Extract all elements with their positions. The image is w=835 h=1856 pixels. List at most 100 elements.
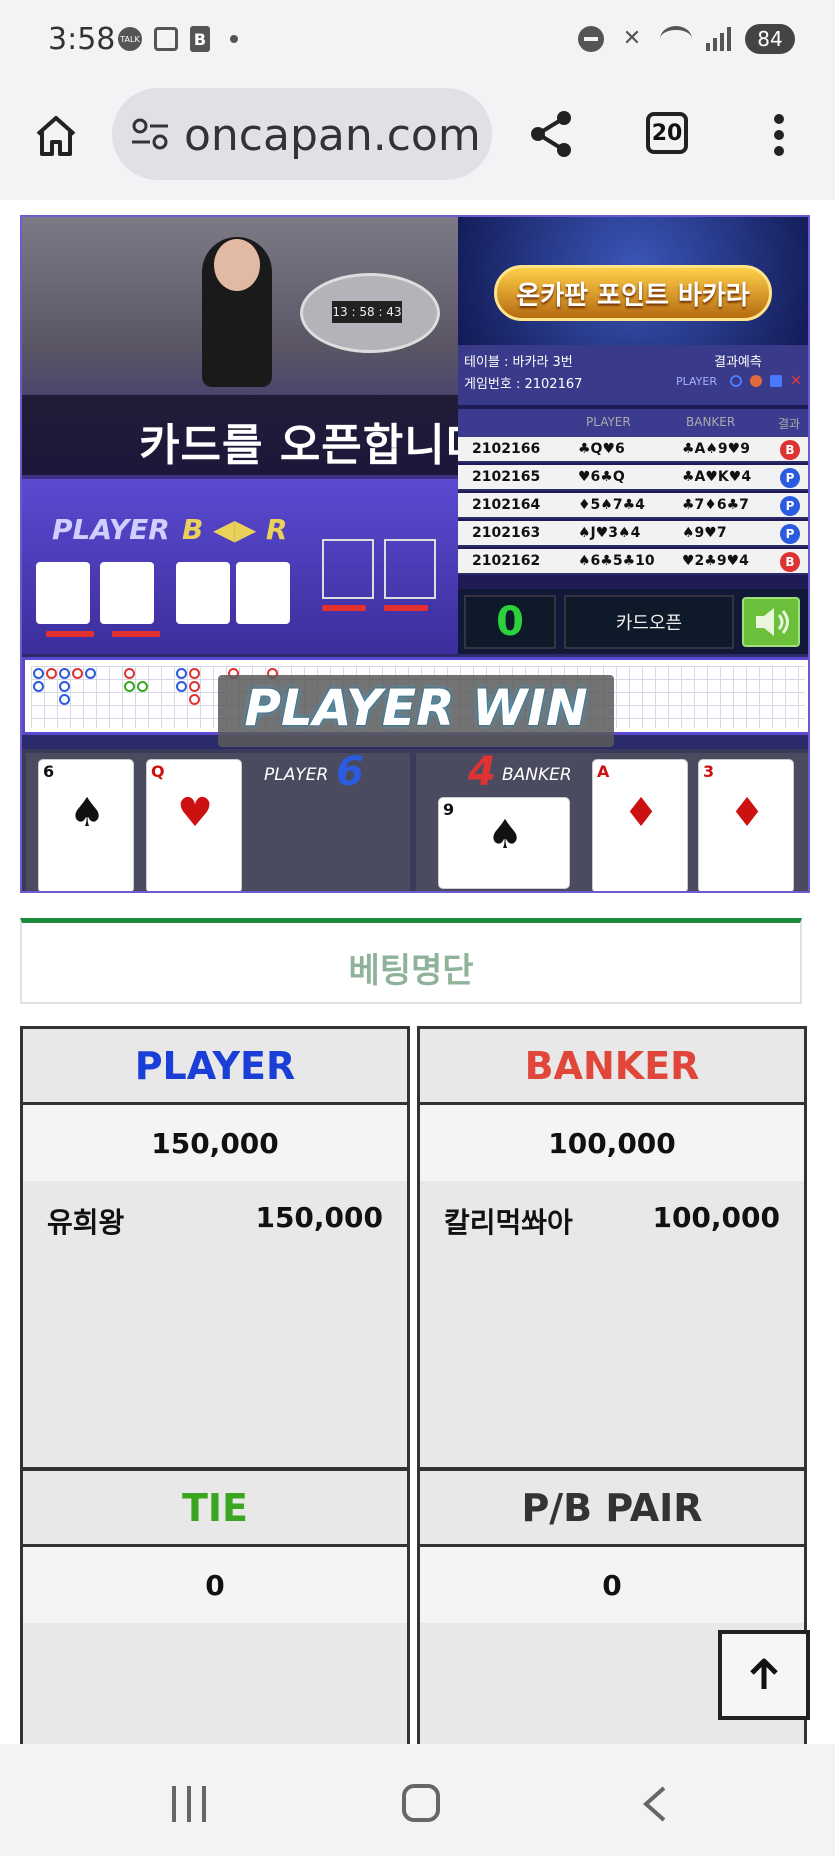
control-row: 0 카드오픈 (458, 589, 808, 654)
player-card-1: 6 ♠ (38, 759, 134, 891)
address-bar[interactable]: oncapan.com (112, 88, 492, 180)
card-open-button[interactable]: 카드오픈 (564, 595, 734, 649)
dnd-icon (578, 26, 604, 52)
table-marker (384, 605, 428, 611)
back-icon[interactable] (640, 1786, 670, 1822)
panel-total: 100,000 (420, 1105, 804, 1181)
baccarat-game-frame: 13 : 58 : 43 카드를 오픈합니다. PLAYER B ◀▶ R 온카… (20, 215, 810, 893)
prediction-label: 결과예측 (714, 355, 762, 370)
panel-title: BANKER (420, 1029, 804, 1105)
table-banker-label: B ◀▶ R (182, 513, 288, 546)
road-dot (176, 668, 187, 679)
road-dot (85, 668, 96, 679)
more-menu-icon[interactable] (774, 114, 784, 156)
betting-list-header: 베팅명단 (20, 918, 802, 1004)
panel-total: 0 (420, 1547, 804, 1623)
result-banker-label: BANKER (502, 765, 572, 785)
screenshot-icon (154, 27, 178, 51)
table-card (236, 562, 290, 624)
empty-card-slot (384, 539, 436, 599)
history-row: 2102164 ♦5♠7♣4 ♣7♦6♣7 P (458, 493, 808, 519)
table-info: 테이블 : 바카라 3번 (464, 355, 573, 370)
history-row: 2102162 ♠6♣5♣10 ♥2♣9♥4 B (458, 549, 808, 575)
dealer-head (214, 239, 260, 291)
status-right-icons: ✕ 84 (578, 24, 795, 54)
panel-title: P/B PAIR (420, 1471, 804, 1547)
bettor-name: 칼리먹쏴아 (444, 1206, 573, 1239)
result-banker-score: 4 (468, 749, 496, 795)
bettor-row: 유희왕 150,000 (23, 1181, 407, 1257)
result-player-score: 6 (336, 749, 364, 795)
table-card (176, 562, 230, 624)
bettor-amount: 100,000 (652, 1201, 780, 1234)
scroll-to-top-button[interactable] (718, 1630, 810, 1720)
road-dot (124, 668, 135, 679)
tab-switcher-button[interactable]: 20 (646, 112, 688, 154)
player-card-2: Q ♥ (146, 759, 242, 891)
system-nav-bar (0, 1744, 835, 1856)
status-left-icons: TALK B (118, 26, 238, 52)
site-settings-icon[interactable] (130, 116, 170, 152)
empty-card-slot (322, 539, 374, 599)
speaker-icon (756, 608, 789, 636)
close-icon[interactable]: ✕ (790, 374, 802, 388)
road-dot (59, 681, 70, 692)
table-card (100, 562, 154, 624)
status-bar: 3:58 TALK B ✕ 84 (0, 0, 835, 88)
table-marker (46, 631, 94, 637)
result-player-label: PLAYER (264, 765, 329, 785)
talk-icon: TALK (118, 27, 142, 51)
game-number: 게임번호 : 2102167 (464, 377, 583, 392)
table-timer: 13 : 58 : 43 (332, 301, 402, 323)
sound-button[interactable] (742, 597, 800, 647)
recent-apps-icon[interactable] (172, 1786, 206, 1822)
logo-area: 온카판 포인트 바카라 (458, 217, 808, 345)
status-time: 3:58 (48, 22, 116, 57)
road-dot (176, 681, 187, 692)
url-text[interactable]: oncapan.com (184, 110, 484, 161)
banker-bet-panel: BANKER 100,000 칼리먹쏴아 100,000 (417, 1026, 807, 1470)
pencil-icon[interactable] (770, 375, 782, 387)
prediction-player-option[interactable] (730, 375, 742, 387)
game-logo: 온카판 포인트 바카라 (494, 265, 772, 321)
battery-indicator: 84 (745, 24, 795, 54)
panel-total: 150,000 (23, 1105, 407, 1181)
table-card (36, 562, 90, 624)
prediction-banker-option[interactable] (750, 375, 762, 387)
table-player-label: PLAYER (52, 513, 170, 546)
road-dot (72, 668, 83, 679)
dot-icon (230, 35, 238, 43)
player-bet-panel: PLAYER 150,000 유희왕 150,000 (20, 1026, 410, 1470)
history-header: PLAYER BANKER 결과 (458, 409, 808, 437)
panel-title: TIE (23, 1471, 407, 1547)
mute-icon: ✕ (622, 26, 642, 51)
share-icon[interactable] (528, 108, 576, 160)
game-side-panel: 온카판 포인트 바카라 테이블 : 바카라 3번 게임번호 : 2102167 … (458, 217, 808, 654)
banker-card-2: A ♦ (592, 759, 688, 891)
bettor-row: 칼리먹쏴아 100,000 (420, 1181, 804, 1257)
road-dot (59, 694, 70, 705)
road-dot (189, 681, 200, 692)
home-icon[interactable] (32, 112, 80, 160)
history-row: 2102163 ♠J♥3♠4 ♠9♥7 P (458, 521, 808, 547)
banker-card-3: 3 ♦ (698, 759, 794, 891)
road-dot (46, 668, 57, 679)
road-dot (137, 681, 148, 692)
nav-home-icon[interactable] (402, 1784, 440, 1822)
win-text: PLAYER WIN (244, 679, 588, 737)
wifi-icon (660, 26, 692, 52)
signal-icon (706, 27, 731, 51)
bettor-amount: 150,000 (255, 1201, 383, 1234)
arrow-up-icon (750, 1658, 778, 1689)
counter-display: 0 (464, 595, 556, 649)
road-dot (33, 668, 44, 679)
prediction-player-label: PLAYER (676, 375, 717, 388)
history-row: 2102166 ♣Q♥6 ♣A♠9♥9 B (458, 437, 808, 463)
game-info: 테이블 : 바카라 3번 게임번호 : 2102167 결과예측 PLAYER … (458, 345, 808, 405)
road-dot (33, 681, 44, 692)
road-dot (124, 681, 135, 692)
b-app-icon: B (190, 26, 210, 52)
road-dot (189, 668, 200, 679)
panel-total: 0 (23, 1547, 407, 1623)
result-area: 6 ♠ Q ♥ PLAYER 6 4 BANKER 9 ♠ A ♦ 3 ♦ (22, 749, 808, 891)
